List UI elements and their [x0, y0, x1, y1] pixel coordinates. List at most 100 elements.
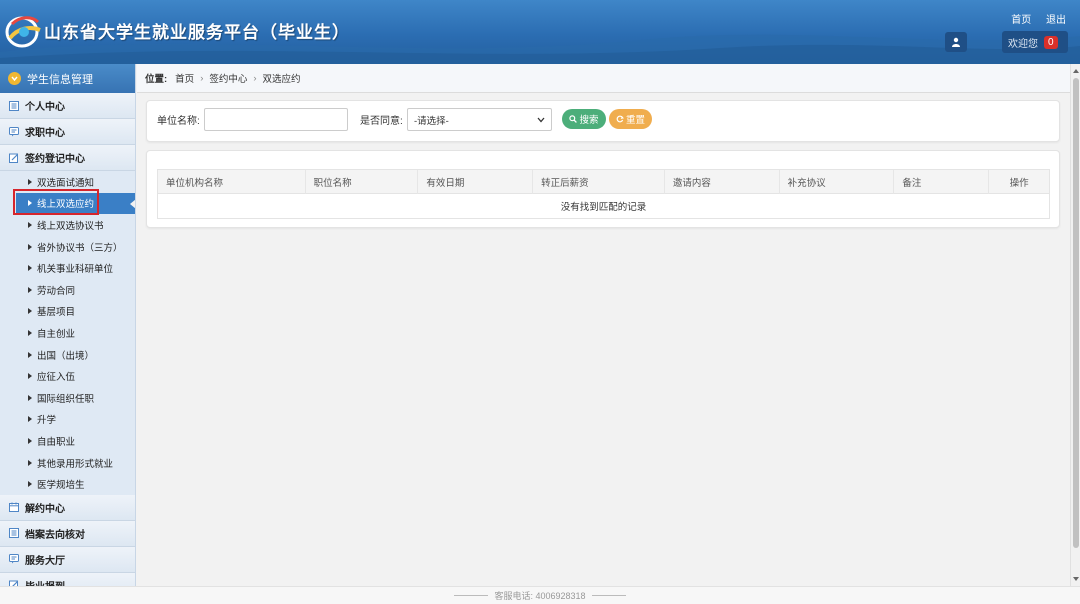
sidebar-subitem-label: 双选面试通知 [37, 177, 95, 189]
sidebar: 学生信息管理 个人中心求职中心签约登记中心 双选面试通知 线上双选应约线上双选协议… [0, 64, 136, 586]
sidebar-subitem[interactable]: 省外协议书（三方） [0, 236, 135, 258]
sidebar-subitem-label: 自主创业 [37, 328, 76, 340]
sidebar-section[interactable]: 个人中心 [0, 93, 135, 119]
sidebar-subitem[interactable]: 劳动合同 [0, 279, 135, 301]
sidebar-subitem[interactable]: 国际组织任职 [0, 387, 135, 409]
caret-right-icon [28, 416, 32, 423]
welcome-box[interactable]: 欢迎您 0 [1002, 31, 1068, 53]
sidebar-subitem-label: 医学规培生 [37, 480, 85, 492]
sidebar-subitem-label: 劳动合同 [37, 285, 76, 297]
logout-link[interactable]: 退出 [1046, 15, 1066, 26]
sidebar-subitem[interactable]: 机关事业科研单位 [0, 257, 135, 279]
table-header: 单位机构名称 职位名称 有效日期 转正后薪资 邀请内容 补充协议 备注 操作 [158, 169, 1049, 194]
reset-button-label: 重置 [625, 115, 645, 126]
sidebar-subitem[interactable]: 自由职业 [0, 430, 135, 452]
sidebar-subitem-label: 机关事业科研单位 [37, 264, 114, 276]
welcome-text: 欢迎您 [1008, 38, 1038, 50]
platform-logo [5, 16, 41, 48]
caret-right-icon [28, 394, 32, 401]
sidebar-section-label: 服务大厅 [25, 555, 65, 567]
sidebar-subitem[interactable]: 线上双选协议书 [0, 214, 135, 236]
sidebar-section-label: 解约中心 [25, 503, 65, 515]
table-column-header: 备注 [894, 169, 990, 194]
sidebar-section-label: 求职中心 [25, 128, 65, 139]
list-icon [9, 100, 19, 111]
caret-right-icon [28, 265, 32, 272]
search-button-label: 搜索 [579, 115, 599, 126]
sidebar-section[interactable]: 签约登记中心 [0, 145, 135, 171]
sidebar-subitem[interactable]: 应征入伍 [0, 365, 135, 387]
unit-name-input[interactable] [204, 108, 348, 131]
breadcrumb: 位置: 首页 › 签约中心 › 双选应约 [137, 64, 1070, 93]
scroll-down-icon[interactable] [1072, 574, 1080, 584]
sidebar-subitem-label: 其他录用形式就业 [37, 458, 114, 470]
sidebar-subitem[interactable]: 双选面试通知 [0, 171, 135, 193]
results-panel: 单位机构名称 职位名称 有效日期 转正后薪资 邀请内容 补充协议 备注 操作 没有找到匹配的记… [146, 150, 1060, 228]
sidebar-section-label: 档案去向核对 [25, 529, 85, 541]
caret-right-icon [28, 178, 32, 185]
caret-right-icon [28, 286, 32, 293]
breadcrumb-separator-icon: › [253, 72, 257, 84]
agree-select[interactable]: -请选择- [407, 108, 552, 131]
sidebar-section-label: 个人中心 [25, 102, 65, 113]
sidebar-section-label: 毕业报到 [25, 578, 65, 586]
breadcrumb-prefix: 位置: [145, 74, 168, 85]
agree-label: 是否同意: [360, 116, 403, 127]
sidebar-title: 学生信息管理 [27, 73, 93, 86]
caret-right-icon [28, 459, 32, 466]
caret-right-icon [28, 373, 32, 380]
search-panel: 单位名称: 是否同意: -请选择- 搜索 重置 [146, 100, 1060, 142]
top-links: 首页 退出 [999, 11, 1066, 26]
sidebar-subitem-label: 自由职业 [37, 436, 76, 448]
page-scrollbar[interactable] [1070, 64, 1080, 586]
caret-right-icon [28, 200, 32, 207]
results-table: 单位机构名称 职位名称 有效日期 转正后薪资 邀请内容 补充协议 备注 操作 没有找到匹配的记… [157, 169, 1050, 219]
agree-select-value: -请选择- [414, 115, 449, 127]
footer: 客服电话: 4006928318 [0, 586, 1080, 604]
sidebar-section[interactable]: 解约中心 [0, 494, 135, 521]
home-link[interactable]: 首页 [1011, 15, 1031, 26]
sidebar-subitem[interactable]: 其他录用形式就业 [0, 452, 135, 474]
sidebar-subitem[interactable]: 出国（出境） [0, 344, 135, 366]
scrollbar-thumb[interactable] [1073, 78, 1079, 548]
table-column-header: 有效日期 [418, 169, 534, 194]
caret-right-icon [28, 437, 32, 444]
table-column-header: 职位名称 [306, 169, 419, 194]
table-column-header: 单位机构名称 [158, 169, 306, 194]
sidebar-section[interactable]: 求职中心 [0, 119, 135, 145]
empty-message: 没有找到匹配的记录 [560, 202, 647, 213]
table-column-header: 转正后薪资 [533, 169, 665, 194]
chat-icon [9, 554, 19, 564]
sidebar-subitem[interactable]: 基层项目 [0, 301, 135, 323]
search-icon [569, 115, 578, 123]
caret-right-icon [28, 308, 32, 315]
sidebar-subitem[interactable]: 升学 [0, 409, 135, 431]
list-icon [9, 528, 19, 539]
caret-right-icon [28, 329, 32, 336]
sidebar-header[interactable]: 学生信息管理 [0, 64, 135, 93]
sidebar-subitem-label: 升学 [37, 415, 57, 427]
sidebar-section[interactable]: 档案去向核对 [0, 520, 135, 547]
sidebar-subitem-label: 线上双选应约 [37, 199, 95, 211]
user-button[interactable] [945, 32, 967, 52]
caret-right-icon [28, 243, 32, 250]
sidebar-section[interactable]: 毕业报到 [0, 572, 135, 586]
breadcrumb-sign-center[interactable]: 签约中心 [209, 71, 247, 85]
sidebar-subitem[interactable]: 线上双选应约 [16, 192, 135, 215]
breadcrumb-home[interactable]: 首页 [175, 71, 194, 85]
reset-button[interactable]: 重置 [609, 109, 652, 129]
search-button[interactable]: 搜索 [562, 109, 606, 129]
footer-divider [591, 595, 626, 596]
sidebar-section[interactable]: 服务大厅 [0, 546, 135, 573]
sidebar-subitem[interactable]: 自主创业 [0, 322, 135, 344]
collapse-icon [8, 72, 21, 85]
sidebar-section-label: 签约登记中心 [25, 154, 85, 165]
top-header: 山东省大学生就业服务平台（毕业生） 首页 退出 欢迎您 0 [0, 0, 1080, 64]
sidebar-subitem-label: 应征入伍 [37, 372, 76, 384]
calendar-icon [9, 502, 19, 513]
scroll-up-icon[interactable] [1072, 66, 1080, 76]
site-title: 山东省大学生就业服务平台（毕业生） [44, 23, 350, 43]
caret-right-icon [28, 481, 32, 488]
refresh-icon [616, 115, 624, 123]
sidebar-subitem[interactable]: 医学规培生 [0, 473, 135, 495]
